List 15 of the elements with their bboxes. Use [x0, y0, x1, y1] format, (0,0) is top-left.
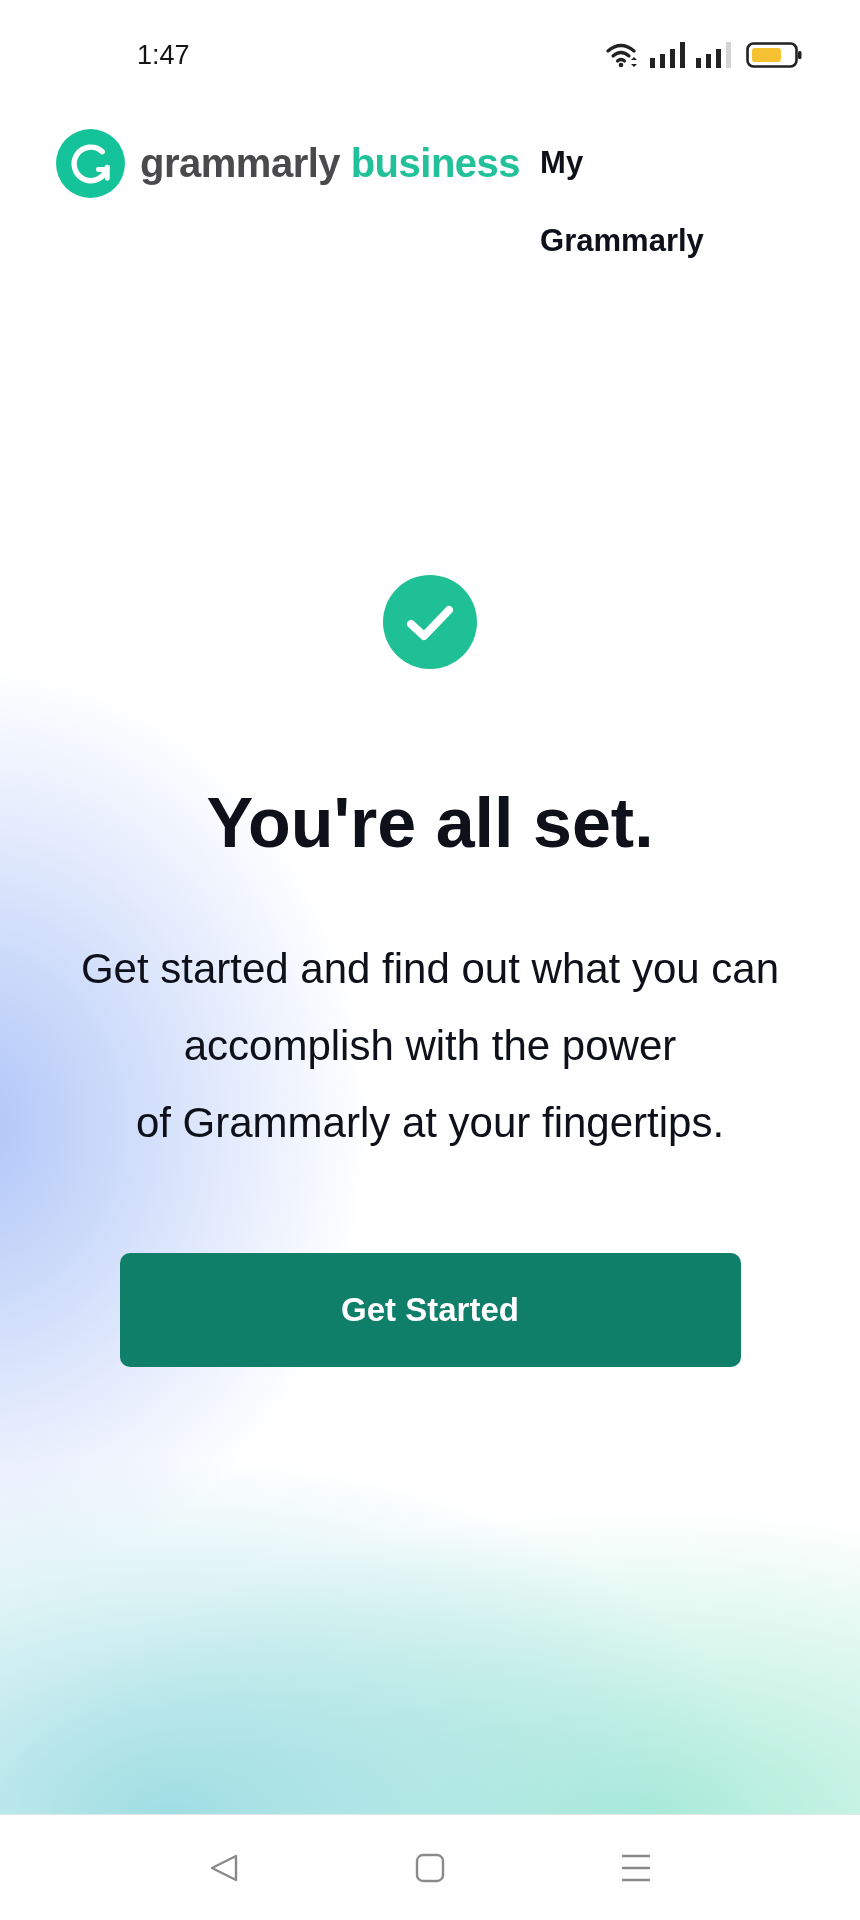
menu-icon[interactable] — [621, 1852, 651, 1883]
success-heading: You're all set. — [206, 783, 654, 864]
logo-wordmark: grammarly business — [140, 141, 521, 186]
checkmark-icon — [382, 574, 478, 670]
battery-icon — [746, 42, 802, 68]
back-icon[interactable] — [209, 1852, 239, 1883]
description-text: Get started and find out what you can accomplish with the power of Grammarly at your fingertips. — [80, 944, 780, 1148]
my-grammarly-link[interactable]: My Grammarly — [540, 124, 721, 280]
status-time: 1:47 — [137, 39, 190, 71]
home-icon[interactable] — [415, 1852, 445, 1883]
signal-icon — [650, 42, 686, 68]
signal-icon — [696, 42, 732, 68]
logo-icon — [56, 129, 125, 198]
wifi-icon — [606, 42, 640, 68]
get-started-button[interactable]: Get Started — [119, 1253, 741, 1367]
